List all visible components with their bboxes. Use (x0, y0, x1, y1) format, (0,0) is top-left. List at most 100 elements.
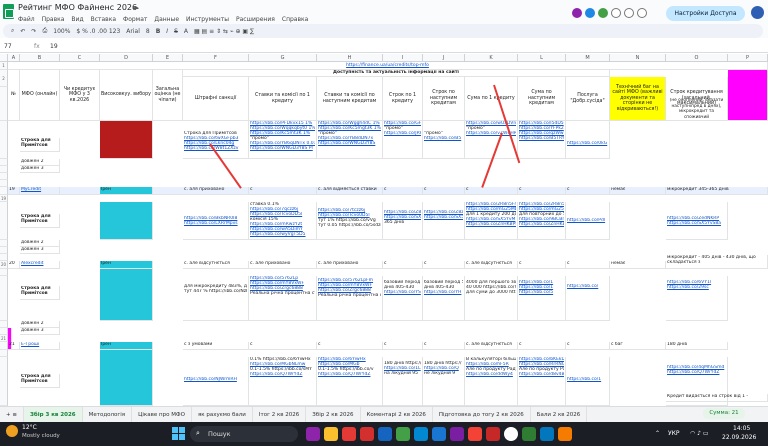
app-icon[interactable] (342, 427, 356, 441)
tab-zbir-2[interactable]: Збір 2 кв 2026 (306, 406, 361, 423)
column-header[interactable]: E (153, 54, 183, 62)
menu-data[interactable]: Данные (154, 16, 179, 23)
score-cell[interactable]: с (383, 342, 423, 350)
screenshot-link[interactable]: https://ibb.co/WNGD3Y8S (318, 141, 381, 146)
row-header[interactable] (0, 180, 8, 187)
row-header[interactable] (0, 166, 8, 173)
sum-indicator[interactable]: Сумма: 21 (703, 408, 745, 419)
score-cell[interactable]: с (566, 187, 610, 195)
score-cell[interactable]: с (383, 261, 423, 269)
font-size[interactable]: 8 (146, 28, 150, 35)
row-header[interactable] (0, 187, 8, 195)
weather-temp[interactable]: 12°C (22, 424, 37, 431)
select-all-corner[interactable] (0, 54, 8, 62)
app-icon[interactable] (468, 427, 482, 441)
screenshot-link[interactable]: https://ibb.co/SX5Y (424, 215, 463, 220)
row-header[interactable] (0, 87, 8, 121)
share-button[interactable]: Настройки Доступа (666, 6, 745, 21)
cloud-status-icon[interactable]: ☁ (132, 3, 139, 11)
screenshot-link[interactable]: https://ibb.co/B5 (424, 136, 463, 141)
avatar[interactable] (585, 8, 595, 18)
score-cell[interactable]: с (383, 187, 423, 195)
score-cell[interactable]: с (518, 187, 566, 195)
menu-extensions[interactable]: Расширения (236, 16, 275, 23)
redo-icon[interactable]: ↷ (31, 28, 36, 35)
app-icon[interactable] (450, 427, 464, 441)
menu-file[interactable]: Файл (18, 16, 35, 23)
column-header[interactable]: F (183, 54, 249, 62)
row-header[interactable]: 2 (0, 70, 8, 87)
tab-scores-2[interactable]: Бали 2 кв 2026 (531, 406, 588, 423)
column-header[interactable]: O (666, 54, 728, 62)
screenshot-link[interactable]: https://ibb.co/d8v4B9 (519, 372, 564, 377)
row-header[interactable] (0, 350, 8, 357)
row-header[interactable] (0, 357, 8, 406)
tab-result-2[interactable]: Ітог 2 кв 2026 (253, 406, 307, 423)
app-icon[interactable] (432, 427, 446, 441)
document-title[interactable]: Рейтинг МФО Файненс 2026 (18, 3, 137, 12)
edge-icon[interactable] (414, 427, 428, 441)
borders-icon[interactable]: ▦ ▤ ≡ ⇕ ⇆ ⌁ ⊕ ▣ ∑ (194, 28, 254, 35)
telegram-icon[interactable] (540, 427, 554, 441)
score-cell[interactable]: немає (610, 261, 666, 269)
column-header[interactable]: K (465, 54, 518, 62)
row-header[interactable] (0, 121, 8, 159)
tab-scoring[interactable]: як рахуємо бали (192, 406, 253, 423)
wifi-icon[interactable]: ◠ ♪ ▭ (690, 430, 709, 437)
screenshot-link[interactable]: https://ibb.co/YH (424, 290, 463, 295)
column-header[interactable]: J (423, 54, 465, 62)
explorer-icon[interactable] (324, 427, 338, 441)
account-avatar[interactable] (751, 6, 764, 19)
score-cell[interactable]: с (249, 342, 317, 350)
undo-icon[interactable]: ↶ (20, 28, 25, 35)
menu-edit[interactable]: Правка (42, 16, 65, 23)
mfo-name[interactable]: MyCredit (20, 187, 60, 195)
column-header[interactable]: P (728, 54, 768, 62)
app-icon[interactable] (306, 427, 320, 441)
column-header[interactable]: G (249, 54, 317, 62)
add-sheet-button[interactable]: + ≡ (0, 406, 24, 423)
font-select[interactable]: Arial (126, 28, 140, 35)
score-cell[interactable]: с. але приховано (249, 261, 317, 269)
formula-input[interactable]: 19 (50, 43, 58, 50)
avatar[interactable] (572, 8, 582, 18)
score-cell[interactable]: с (423, 342, 465, 350)
screenshot-link[interactable]: https://ibb.co/Q7WrYdZ (318, 372, 381, 377)
row-header[interactable] (0, 240, 8, 247)
menu-tools[interactable]: Инструменты (186, 16, 229, 23)
tab-zbir-3[interactable]: Збір 3 кв 2026 (23, 406, 83, 423)
row-header[interactable] (0, 328, 8, 335)
screenshot-link[interactable]: https://ibb.co/Q7WrYdZ (250, 372, 315, 377)
row-header[interactable] (0, 254, 8, 261)
screenshot-link[interactable]: https://ibb.co/ (567, 284, 608, 289)
score-cell[interactable]: с баг (610, 342, 666, 350)
tray-chevron-icon[interactable]: ⌃ (655, 430, 660, 437)
column-header[interactable]: B (20, 54, 60, 62)
score-cell[interactable]: с. але відсутнється (465, 342, 518, 350)
row-header[interactable] (0, 342, 8, 350)
menu-insert[interactable]: Вставка (91, 16, 116, 23)
text-color-button[interactable]: A (184, 28, 188, 35)
row-header[interactable]: 21 (0, 335, 8, 342)
menu-view[interactable]: Вид (71, 16, 83, 23)
sheets-logo-icon[interactable] (3, 4, 14, 19)
app-icon[interactable] (378, 427, 392, 441)
score-cell[interactable]: мікрокредит - 405 днів - 430 днів, що ск… (666, 255, 768, 269)
column-header[interactable]: D (100, 54, 153, 62)
zoom-select[interactable]: 100% (53, 28, 70, 35)
clock-date[interactable]: 22.09.2026 (722, 434, 756, 441)
source-url[interactable]: https://finance.ua/ua/credits/top-mfo (8, 62, 768, 70)
row-header[interactable] (0, 173, 8, 180)
screenshot-link[interactable]: https://ibb.co/WNGD3Y8S Pl (250, 146, 315, 151)
row-header[interactable]: 1 (0, 62, 8, 70)
score-cell[interactable]: с (317, 342, 383, 350)
clock-time[interactable]: 14:05 (733, 425, 750, 432)
avatar[interactable] (598, 8, 608, 18)
score-cell[interactable]: с (423, 187, 465, 195)
row-header[interactable] (0, 276, 8, 321)
chrome-icon[interactable] (504, 427, 518, 441)
screenshot-link[interactable]: https://ibb.co/1 (567, 377, 608, 382)
score-cell[interactable]: с (249, 187, 317, 195)
screenshot-link[interactable]: https://ibb.co/0kG (567, 141, 608, 146)
column-header[interactable]: I (383, 54, 423, 62)
